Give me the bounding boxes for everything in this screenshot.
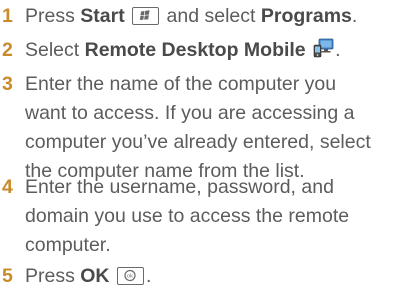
step-number: 3: [2, 73, 13, 95]
remote-desktop-mobile-icon: [313, 38, 335, 67]
ok-key-icon: ok: [116, 267, 144, 285]
step-number: 5: [2, 265, 13, 287]
step-number: 1: [2, 5, 13, 27]
svg-text:ok: ok: [127, 274, 133, 280]
ok-label: OK: [80, 265, 110, 287]
step-text: Press Start and select Programs.: [25, 5, 358, 27]
remote-desktop-mobile-label: Remote Desktop Mobile: [84, 39, 306, 61]
step-number: 2: [2, 39, 13, 61]
programs-label: Programs: [260, 5, 352, 27]
step-text: Press OK ok .: [25, 265, 152, 287]
step-text: Select Remote Desktop Mobile .: [25, 36, 411, 67]
start-label: Start: [80, 5, 125, 27]
instruction-steps: 1 Press Start and select Programs. 2 Sel…: [0, 0, 411, 294]
step-text: Enter the username, password, and domain…: [25, 176, 350, 256]
step-number: 4: [2, 176, 13, 198]
step-text: Enter the name of the computer you want …: [25, 73, 371, 182]
windows-start-key-icon: [132, 7, 160, 25]
